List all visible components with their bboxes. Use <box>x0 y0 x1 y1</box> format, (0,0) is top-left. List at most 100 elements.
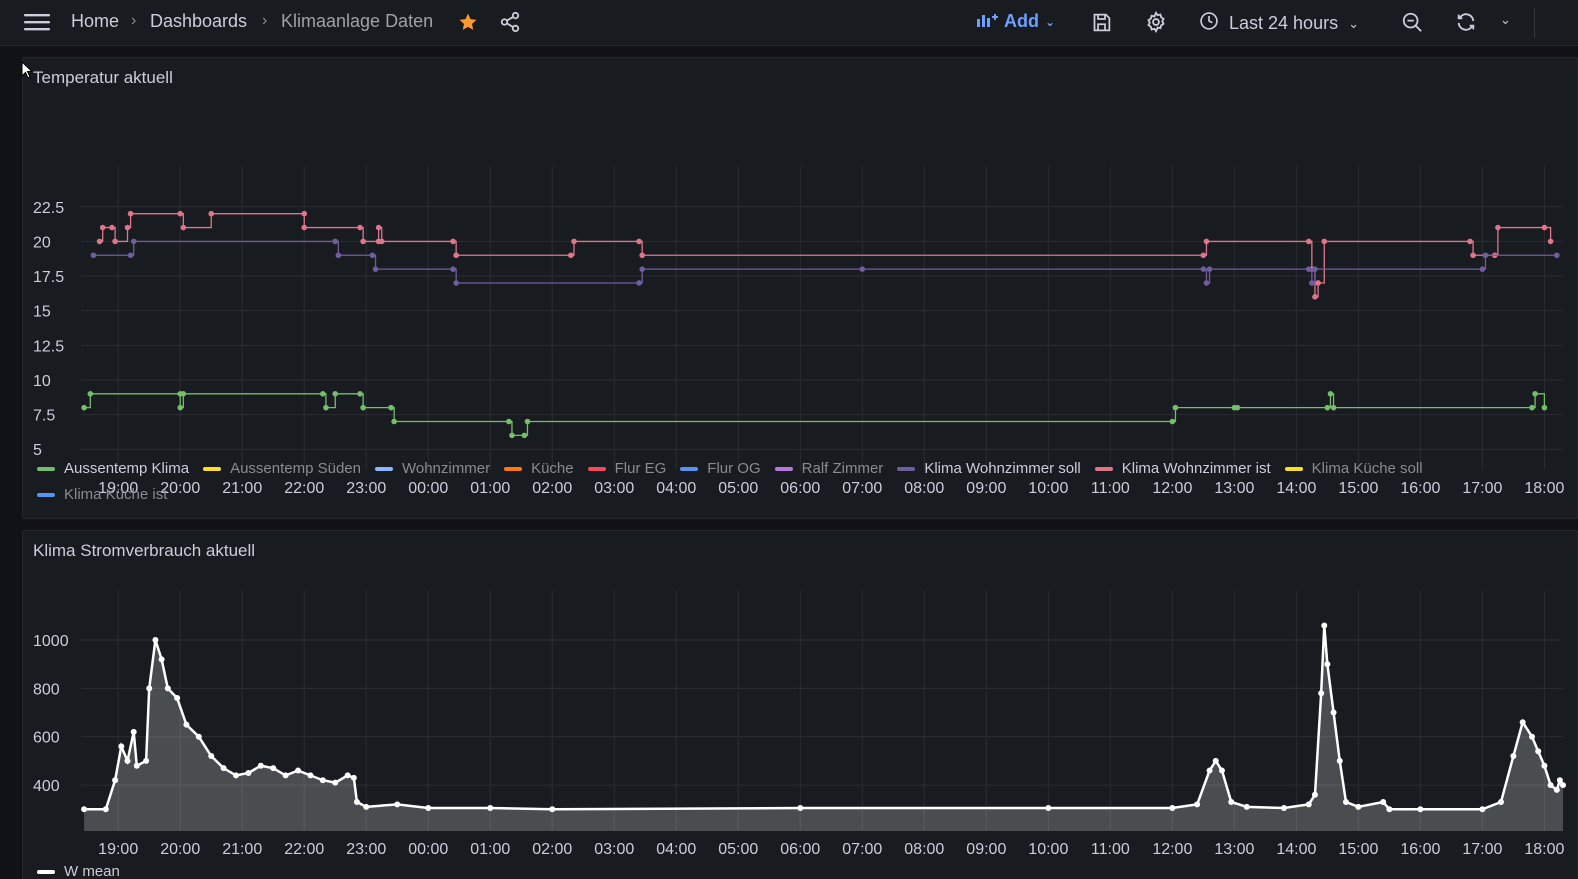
series-klima-wohnzimmer-soll-point <box>1312 266 1318 272</box>
series-w-mean-point <box>245 769 252 776</box>
series-w-mean-point <box>1318 690 1325 697</box>
legend-item[interactable]: Flur EG <box>587 460 666 477</box>
zoom-out-icon[interactable] <box>1401 11 1423 33</box>
power-legend: W mean <box>37 863 1537 879</box>
series-w-mean-point <box>1218 767 1225 774</box>
add-button[interactable]: Add ⌄ <box>976 11 1055 32</box>
legend-swatch <box>1094 466 1113 471</box>
legend-swatch <box>37 492 55 497</box>
x-tick-label: 11:00 <box>1091 841 1130 858</box>
legend-item[interactable]: Aussentemp Süden <box>203 460 361 477</box>
series-klima-wohnzimmer-ist-point <box>1321 238 1328 245</box>
legend-item[interactable]: Klima Wohnzimmer ist <box>1094 460 1271 477</box>
series-klima-wohnzimmer-ist-point <box>1312 294 1318 300</box>
series-klima-wohnzimmer-ist-point <box>1495 224 1501 231</box>
legend-label: Aussentemp Süden <box>230 460 361 477</box>
breadcrumb-home[interactable]: Home <box>71 11 119 32</box>
series-klima-wohnzimmer-soll-point <box>453 280 459 286</box>
series-aussentemp-klima-point <box>357 391 363 397</box>
legend-swatch <box>203 466 222 471</box>
series-w-mean-point <box>1553 786 1560 793</box>
series-w-mean-point <box>112 777 119 784</box>
x-tick-label: 12:00 <box>1152 841 1192 858</box>
series-klima-wohnzimmer-ist-point <box>208 210 215 217</box>
gear-icon[interactable] <box>1145 11 1167 33</box>
legend-item[interactable]: W mean <box>37 863 120 879</box>
breadcrumb-dashboards[interactable]: Dashboards <box>150 11 247 32</box>
series-w-mean-point <box>152 637 159 644</box>
series-w-mean-point <box>1321 622 1328 629</box>
series-w-mean-point <box>350 774 357 781</box>
top-navbar: Home › Dashboards › Klimaanlage Daten Ad… <box>0 0 1578 46</box>
legend-label: Klima Wohnzimmer ist <box>1121 460 1271 477</box>
time-range-picker[interactable]: Last 24 hours ⌄ <box>1199 11 1359 36</box>
save-icon[interactable] <box>1091 12 1112 33</box>
series-w-mean-point <box>102 806 109 813</box>
panel-title[interactable]: Klima Stromverbrauch aktuell <box>33 541 255 561</box>
legend-swatch <box>1284 466 1303 471</box>
series-klima-wohnzimmer-soll-point <box>1203 280 1210 286</box>
series-aussentemp-klima-point <box>177 404 184 411</box>
series-klima-wohnzimmer-ist-point <box>124 224 131 231</box>
series-w-mean-point <box>425 805 432 812</box>
series-aussentemp-klima-point <box>320 391 326 397</box>
series-klima-wohnzimmer-soll-point <box>335 252 342 259</box>
divider <box>1534 8 1535 38</box>
series-aussentemp-klima-point <box>1172 404 1179 411</box>
series-klima-wohnzimmer-ist-point <box>1467 238 1473 245</box>
temperature-chart[interactable]: 19:00 20:00 21:00 22:00 23:00 00:00 01:00 02:00… <box>23 108 1578 508</box>
series-klima-wohnzimmer-ist-point <box>378 238 385 245</box>
series-klima-wohnzimmer-soll-point <box>1305 266 1312 272</box>
menu-icon[interactable] <box>24 12 50 32</box>
legend-item[interactable]: Wohnzimmer <box>374 460 490 477</box>
legend-label: Küche <box>531 460 574 477</box>
legend-item[interactable]: Klima Küche soll <box>1284 460 1423 477</box>
series-w-mean-point <box>1355 803 1362 810</box>
legend-item[interactable]: Klima Wohnzimmer soll <box>897 460 1081 477</box>
series-klima-wohnzimmer-soll-point <box>1309 280 1315 286</box>
legend-swatch <box>680 466 699 471</box>
series-klima-wohnzimmer-soll-point <box>90 252 97 259</box>
series-w-mean-point <box>174 695 181 702</box>
series-klima-wohnzimmer-soll-point <box>127 252 134 259</box>
power-chart[interactable]: 19:00 20:00 21:00 22:00 23:00 00:00 01:00 02:00… <box>23 581 1578 879</box>
series-w-mean-point <box>1045 805 1052 812</box>
series-w-mean-point <box>1324 661 1331 668</box>
series-w-mean-point <box>220 765 227 772</box>
series-klima-wohnzimmer-ist-line <box>99 213 1552 298</box>
series-aussentemp-klima-point <box>323 404 329 411</box>
series-klima-wohnzimmer-ist-point <box>177 210 184 217</box>
x-tick-label: 18:00 <box>1524 841 1564 858</box>
legend-item[interactable]: Küche <box>504 460 574 477</box>
star-icon[interactable] <box>458 12 478 32</box>
series-klima-wohnzimmer-soll-line <box>93 240 1557 284</box>
legend-label: Ralf Zimmer <box>801 460 884 477</box>
series-aussentemp-klima-point <box>1234 404 1241 411</box>
x-tick-label: 06:00 <box>780 841 820 858</box>
series-w-mean-point <box>332 779 339 786</box>
series-klima-wohnzimmer-ist-point <box>636 238 642 245</box>
series-w-mean-point <box>353 798 360 805</box>
refresh-interval-chevron-icon[interactable]: ⌄ <box>1500 12 1511 28</box>
series-klima-wohnzimmer-soll-point <box>372 266 379 272</box>
x-tick-label: 20:00 <box>160 841 200 858</box>
series-w-mean-point <box>1380 798 1387 805</box>
legend-item[interactable]: Aussentemp Klima <box>37 460 189 477</box>
series-klima-wohnzimmer-ist-point <box>1541 224 1548 231</box>
series-w-mean-point <box>1417 806 1424 813</box>
series-klima-wohnzimmer-ist-point <box>571 238 577 245</box>
series-w-mean-point <box>797 805 804 812</box>
series-w-mean-point <box>118 743 125 750</box>
legend-item[interactable]: Flur OG <box>680 460 761 477</box>
series-klima-wohnzimmer-ist-point <box>127 210 134 217</box>
series-aussentemp-klima-point <box>1529 404 1535 411</box>
series-w-mean-point <box>1528 733 1535 740</box>
legend-item[interactable]: Ralf Zimmer <box>774 460 884 477</box>
add-label: Add <box>1004 11 1039 31</box>
mouse-cursor-icon <box>21 60 34 84</box>
share-icon[interactable] <box>499 11 521 33</box>
refresh-icon[interactable] <box>1455 11 1477 33</box>
legend-item[interactable]: Klima Küche ist <box>37 486 167 503</box>
series-w-mean-point <box>549 806 556 813</box>
panel-title[interactable]: Temperatur aktuell <box>33 68 173 88</box>
